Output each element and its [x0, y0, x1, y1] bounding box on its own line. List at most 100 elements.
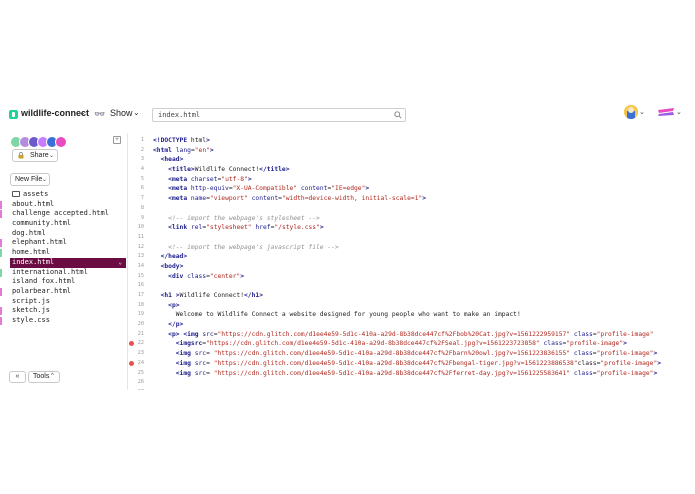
- line-number-text: 21: [137, 330, 144, 337]
- file-search-input[interactable]: index.html: [152, 108, 406, 122]
- line-number-text: 9: [140, 214, 144, 221]
- line-number: 24: [128, 359, 150, 369]
- line-number: 23: [128, 349, 150, 359]
- line-number: 6: [128, 184, 150, 194]
- code-content[interactable]: <!DOCTYPE html> <html lang="en"> <head> <…: [153, 136, 693, 390]
- code-line[interactable]: <meta charset="utf-8">: [153, 175, 693, 185]
- code-line[interactable]: <img src= "https://cdn.glitch.com/d1ee4e…: [153, 349, 693, 359]
- code-line[interactable]: <p> <img src="https://cdn.glitch.com/d1e…: [153, 330, 693, 340]
- code-editor[interactable]: 1 2 3 4 5 6 7 8 9 10 11 12 13 14 15 16 17 18 19 20 21 22 23 24 2…: [128, 133, 695, 390]
- code-line[interactable]: [153, 281, 693, 291]
- file-item[interactable]: dog.html: [0, 229, 127, 239]
- file-item[interactable]: community.html: [0, 219, 127, 229]
- new-file-button[interactable]: New File ⌄: [10, 173, 50, 186]
- line-number: 1: [128, 136, 150, 146]
- code-line[interactable]: <!DOCTYPE html>: [153, 136, 693, 146]
- code-line[interactable]: <meta name="viewport" content="width=dev…: [153, 194, 693, 204]
- code-line[interactable]: <link rel="stylesheet" href="/style.css"…: [153, 223, 693, 233]
- code-line[interactable]: <title>Wildlife Connect!</title>: [153, 165, 693, 175]
- error-marker-icon[interactable]: [129, 341, 134, 347]
- line-number-text: 8: [140, 204, 144, 211]
- line-number-text: 3: [140, 156, 144, 163]
- line-number: 8: [128, 204, 150, 214]
- code-line[interactable]: [153, 378, 693, 388]
- code-line[interactable]: <!-- import the webpage's javascript fil…: [153, 243, 693, 253]
- file-item[interactable]: script.js: [0, 297, 127, 307]
- line-number-text: 19: [137, 311, 144, 318]
- search-icon[interactable]: [394, 111, 402, 119]
- sidebar: + Share ⌄ New File ⌄ assets about.html cha…: [0, 133, 128, 390]
- user-menu-chevron-icon[interactable]: ⌄: [639, 108, 645, 116]
- line-number-text: 4: [140, 166, 144, 173]
- line-number: 22: [128, 339, 150, 349]
- file-name: dog.html: [12, 228, 46, 237]
- file-item[interactable]: international.html: [0, 268, 127, 278]
- show-chevron-icon[interactable]: ⌄: [133, 108, 140, 117]
- code-line[interactable]: <p>: [153, 301, 693, 311]
- line-number-text: 2: [140, 146, 144, 153]
- file-item[interactable]: style.css: [0, 316, 127, 326]
- code-line[interactable]: <meta http-equiv="X-UA-Compatible" conte…: [153, 184, 693, 194]
- new-file-chevron-icon: ⌄: [42, 177, 48, 183]
- code-line[interactable]: <img src= "https://cdn.glitch.com/d1ee4e…: [153, 359, 693, 369]
- collapse-panel-button[interactable]: «: [9, 371, 26, 383]
- collapse-sidebar-icon[interactable]: +: [113, 136, 121, 144]
- code-line[interactable]: <body>: [153, 262, 693, 272]
- folder-item[interactable]: assets: [0, 190, 127, 200]
- project-logo-icon[interactable]: [9, 110, 18, 119]
- line-number-text: 22: [137, 340, 144, 347]
- file-name: about.html: [12, 199, 55, 208]
- file-item[interactable]: challenge accepted.html: [0, 209, 127, 219]
- line-number-text: 11: [137, 233, 144, 240]
- error-marker-icon[interactable]: [129, 360, 134, 366]
- code-line[interactable]: [153, 388, 693, 390]
- code-line[interactable]: <div class="center">: [153, 272, 693, 282]
- code-line[interactable]: </p>: [153, 320, 693, 330]
- file-item[interactable]: elephant.html: [0, 238, 127, 248]
- code-line[interactable]: <imgsrc="https://cdn.glitch.com/d1ee4e59…: [153, 339, 693, 349]
- glasses-icon[interactable]: 👓: [94, 109, 105, 120]
- glitch-logo-icon[interactable]: [657, 107, 675, 117]
- line-number: 11: [128, 233, 150, 243]
- file-item[interactable]: about.html: [0, 200, 127, 210]
- file-name: island fox.html: [12, 277, 76, 286]
- code-line[interactable]: <head>: [153, 155, 693, 165]
- user-avatar[interactable]: [624, 105, 638, 119]
- code-line[interactable]: <!-- import the webpage's stylesheet -->: [153, 214, 693, 224]
- code-line[interactable]: <html lang="en">: [153, 146, 693, 156]
- project-menu-chevron-icon[interactable]: ⌄: [79, 108, 86, 117]
- tools-chevron-icon: ^: [51, 373, 54, 379]
- file-item[interactable]: index.html ⌄: [10, 257, 126, 268]
- line-number: 9: [128, 214, 150, 224]
- code-line[interactable]: <h1 >Wildlife Connect!</h1>: [153, 291, 693, 301]
- glitch-menu-chevron-icon[interactable]: ⌄: [676, 108, 682, 116]
- share-chevron-icon: ⌄: [49, 153, 55, 159]
- code-line[interactable]: <img src= "https://cdn.glitch.com/d1ee4e…: [153, 369, 693, 379]
- show-button[interactable]: Show: [110, 108, 133, 118]
- code-line[interactable]: </head>: [153, 252, 693, 262]
- file-name: polarbear.html: [12, 286, 72, 295]
- line-number-text: 7: [140, 195, 144, 202]
- tools-button[interactable]: Tools ^: [28, 371, 60, 383]
- tools-label: Tools: [33, 373, 50, 380]
- new-file-label: New File: [15, 176, 43, 183]
- code-line[interactable]: Welcome to Wildlife Connect a website de…: [153, 310, 693, 320]
- line-number-text: 14: [137, 262, 144, 269]
- share-button[interactable]: Share ⌄: [12, 149, 58, 162]
- file-item[interactable]: sketch.js: [0, 306, 127, 316]
- line-number-text: 13: [137, 253, 144, 260]
- collaborator-avatar[interactable]: [55, 136, 67, 148]
- file-item[interactable]: island fox.html: [0, 277, 127, 287]
- file-name: challenge accepted.html: [12, 209, 109, 218]
- code-line[interactable]: [153, 233, 693, 243]
- file-item[interactable]: home.html: [0, 248, 127, 258]
- file-status-marker: [0, 268, 2, 277]
- file-name: elephant.html: [12, 238, 67, 247]
- line-number: 25: [128, 369, 150, 379]
- collaborator-avatars[interactable]: [10, 136, 67, 148]
- file-item[interactable]: polarbear.html: [0, 287, 127, 297]
- file-name: sketch.js: [12, 306, 50, 315]
- code-line[interactable]: [153, 204, 693, 214]
- line-number-text: 16: [137, 282, 144, 289]
- file-options-chevron-icon[interactable]: ⌄: [118, 258, 122, 268]
